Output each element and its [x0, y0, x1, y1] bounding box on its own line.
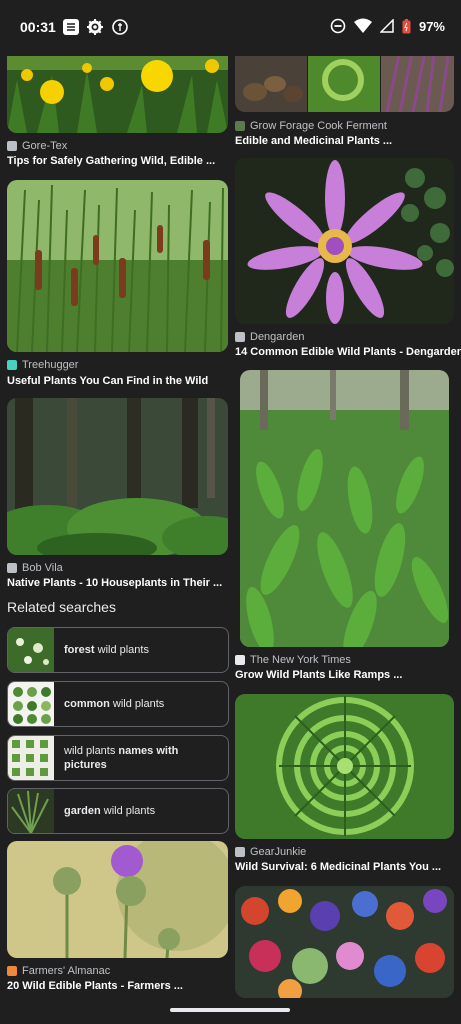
dengarden-favicon-icon: [235, 332, 245, 342]
related-label: common wild plants: [64, 698, 165, 710]
bob-vila-favicon-icon: [7, 563, 17, 573]
result-title[interactable]: Useful Plants You Can Find in the Wild: [7, 375, 208, 387]
related-searches-heading: Related searches: [7, 599, 116, 615]
source-name: Bob Vila: [22, 562, 63, 574]
source-name: Gore-Tex: [22, 140, 68, 152]
source-row[interactable]: Grow Forage Cook Ferment: [235, 120, 387, 132]
source-name: Dengarden: [250, 331, 305, 343]
status-time: 00:31: [20, 19, 56, 35]
related-thumb: [8, 736, 54, 780]
do-not-disturb-icon: [330, 18, 346, 34]
result-title[interactable]: Wild Survival: 6 Medicinal Plants You ..…: [235, 861, 441, 873]
farmers-almanac-favicon-icon: [7, 966, 17, 976]
source-name: Farmers' Almanac: [22, 965, 111, 977]
result-title[interactable]: 20 Wild Edible Plants - Farmers ...: [7, 980, 183, 992]
home-gesture-handle[interactable]: [170, 1008, 290, 1012]
result-title[interactable]: Native Plants - 10 Houseplants in Their …: [7, 577, 222, 589]
app-s-icon: [63, 19, 79, 35]
source-row[interactable]: Farmers' Almanac: [7, 965, 110, 977]
source-row[interactable]: Bob Vila: [7, 562, 63, 574]
image-cattails[interactable]: [7, 180, 228, 352]
vpn-key-icon: [112, 19, 128, 35]
source-row[interactable]: Dengarden: [235, 331, 304, 343]
source-row[interactable]: Gore-Tex: [7, 140, 67, 152]
related-label: wild plants names with pictures: [64, 745, 179, 771]
gore-tex-favicon-icon: [7, 141, 17, 151]
image-thistle[interactable]: [7, 841, 228, 958]
battery-icon: [402, 18, 411, 33]
related-search-common[interactable]: common wild plants: [7, 681, 229, 727]
related-thumb: [8, 628, 54, 672]
source-name: Treehugger: [22, 359, 79, 371]
signal-icon: [379, 19, 394, 33]
nyt-favicon-icon: [235, 655, 245, 665]
result-title[interactable]: Grow Wild Plants Like Ramps ...: [235, 669, 402, 681]
gesture-nav-bar: [0, 998, 461, 1024]
source-row[interactable]: The New York Times: [235, 654, 351, 666]
settings-gear-icon: [87, 19, 103, 35]
source-row[interactable]: Treehugger: [7, 359, 78, 371]
related-search-forest[interactable]: forest wild plants: [7, 627, 229, 673]
related-thumb: [8, 789, 54, 833]
treehugger-favicon-icon: [7, 360, 17, 370]
related-search-garden[interactable]: garden wild plants: [7, 788, 229, 834]
image-forest-ferns[interactable]: [7, 398, 228, 555]
source-row[interactable]: GearJunkie: [235, 846, 306, 858]
source-name: Grow Forage Cook Ferment: [250, 120, 387, 132]
image-water-lily[interactable]: [235, 158, 454, 324]
wifi-icon: [353, 18, 372, 33]
related-label: garden wild plants: [64, 805, 156, 817]
related-thumb: [8, 682, 54, 726]
grow-forage-favicon-icon: [235, 121, 245, 131]
image-spiral-aloe[interactable]: [235, 694, 454, 839]
result-title[interactable]: Tips for Safely Gathering Wild, Edible .…: [7, 155, 215, 167]
related-search-names-with-pictures[interactable]: wild plants names with pictures: [7, 735, 229, 781]
related-label: forest wild plants: [64, 644, 149, 656]
battery-percent: 97%: [418, 18, 445, 34]
result-title[interactable]: 14 Common Edible Wild Plants - Dengarden: [235, 346, 461, 358]
source-name: GearJunkie: [250, 846, 307, 858]
gearjunkie-favicon-icon: [235, 847, 245, 857]
image-flower-illustration[interactable]: [235, 886, 454, 998]
status-bar: 00:31 97%: [0, 0, 461, 56]
result-title[interactable]: Edible and Medicinal Plants ...: [235, 135, 392, 147]
source-name: The New York Times: [250, 654, 351, 666]
image-ramps[interactable]: [240, 370, 449, 647]
